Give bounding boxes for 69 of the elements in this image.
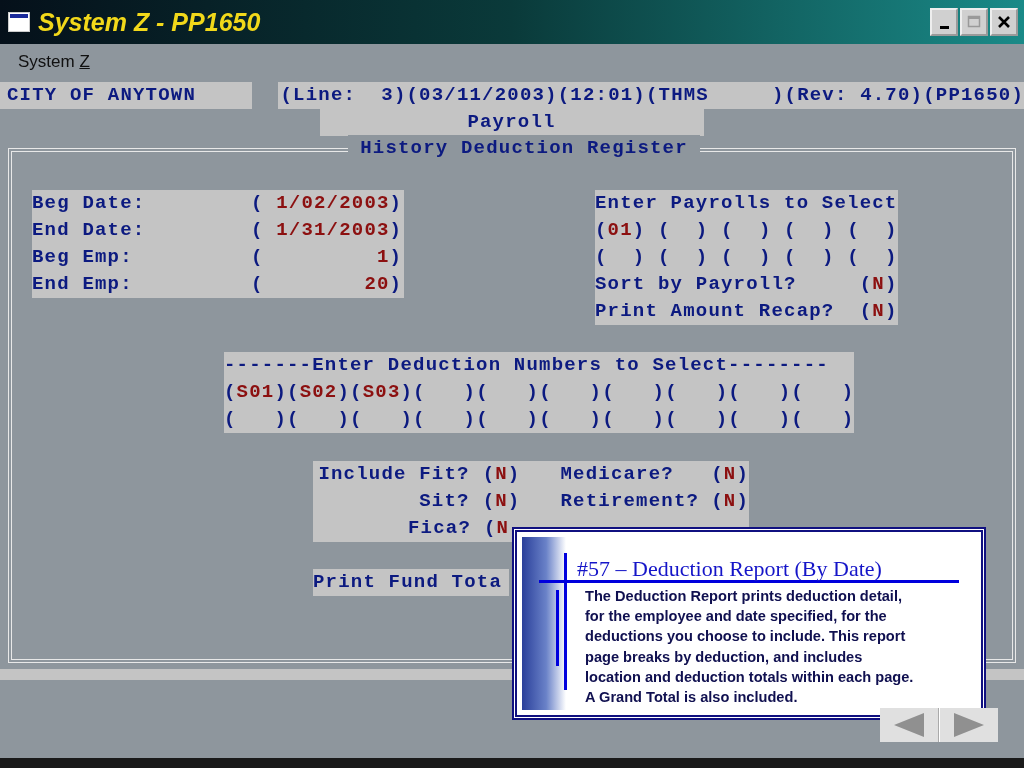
field-label: Beg Emp: xyxy=(32,245,134,270)
input-field[interactable]: ( ) xyxy=(784,244,835,271)
field-label: Fica? xyxy=(408,517,471,539)
input-field[interactable]: (S03) xyxy=(350,379,414,406)
field-label: End Date: xyxy=(32,218,147,243)
input-field[interactable]: ( ) xyxy=(539,406,603,433)
minimize-icon xyxy=(939,25,949,29)
close-button[interactable] xyxy=(990,8,1018,36)
minimize-button[interactable] xyxy=(930,8,958,36)
input-field[interactable]: ( ) xyxy=(658,244,709,271)
input-field[interactable]: (N) xyxy=(482,488,521,515)
input-field[interactable]: ( ) xyxy=(476,379,540,406)
input-field[interactable]: (N xyxy=(484,515,510,542)
menu-item[interactable]: System Z xyxy=(18,52,90,72)
input-field[interactable]: ( ) xyxy=(791,379,855,406)
input-field[interactable]: ( ) xyxy=(791,406,855,433)
section-heading: Enter Payrolls to Select xyxy=(595,192,898,214)
field-label: Print Fund Tota xyxy=(313,571,503,593)
input-field[interactable]: ( ) xyxy=(658,217,709,244)
input-field[interactable]: ( 20) xyxy=(251,271,403,298)
input-field[interactable]: (S02) xyxy=(287,379,351,406)
input-field[interactable]: ( ) xyxy=(413,379,477,406)
field-label: Retirement? xyxy=(560,490,700,512)
window-icon xyxy=(8,12,30,32)
input-field[interactable]: (N) xyxy=(859,271,898,298)
input-field[interactable]: ( ) xyxy=(665,406,729,433)
input-field[interactable]: ( ) xyxy=(602,406,666,433)
input-field[interactable]: ( ) xyxy=(350,406,414,433)
input-field[interactable]: ( ) xyxy=(665,379,729,406)
field-label: Medicare? xyxy=(560,463,674,485)
input-field[interactable]: (N) xyxy=(711,488,749,515)
input-field[interactable]: ( 1/02/2003) xyxy=(251,190,403,217)
input-field[interactable]: (01) xyxy=(595,217,646,244)
input-field[interactable]: (N) xyxy=(482,461,521,488)
field-label: End Emp: xyxy=(32,272,134,297)
input-field[interactable]: ( ) xyxy=(847,244,898,271)
field-label: Print Amount Recap? xyxy=(595,299,835,324)
input-field[interactable]: ( 1) xyxy=(251,244,403,271)
field-label: Beg Date: xyxy=(32,191,147,216)
input-field[interactable]: ( ) xyxy=(476,406,540,433)
input-field[interactable]: ( ) xyxy=(413,406,477,433)
input-field[interactable]: ( ) xyxy=(224,406,288,433)
field-label: Sit? xyxy=(419,490,470,512)
callout-text: The Deduction Report prints deduction detail, for the employee and date specified, for the deductions you choose to include. This report page breaks by deduction, and includes location and deduction totals within each page. A Grand Total is also included. xyxy=(585,587,914,707)
close-icon xyxy=(997,15,1011,29)
field-label: Include Fit? xyxy=(318,463,470,485)
maximize-icon xyxy=(967,15,981,29)
input-field[interactable]: ( ) xyxy=(721,244,772,271)
window-title: System Z - PP1650 xyxy=(38,7,261,37)
right-triangle-icon xyxy=(952,712,986,738)
input-field[interactable]: ( ) xyxy=(602,379,666,406)
input-field[interactable]: ( ) xyxy=(728,406,792,433)
input-field[interactable]: (N) xyxy=(859,298,898,325)
input-field[interactable]: ( ) xyxy=(721,217,772,244)
input-field[interactable]: ( ) xyxy=(539,379,603,406)
input-field[interactable]: ( 1/31/2003) xyxy=(251,217,403,244)
input-field[interactable]: (N) xyxy=(711,461,749,488)
input-field[interactable]: (S01) xyxy=(224,379,288,406)
module-title: Payroll xyxy=(319,109,704,136)
input-field[interactable]: ( ) xyxy=(595,244,646,271)
input-field[interactable]: ( ) xyxy=(847,217,898,244)
input-field[interactable]: ( ) xyxy=(728,379,792,406)
input-field[interactable]: ( ) xyxy=(287,406,351,433)
company-name: CITY OF ANYTOWN xyxy=(0,82,253,109)
left-triangle-icon xyxy=(892,712,926,738)
callout-title: #57 – Deduction Report (By Date) xyxy=(577,556,882,582)
field-label: Sort by Payroll? xyxy=(595,272,797,297)
section-heading: -------Enter Deduction Numbers to Select-------- xyxy=(224,354,829,376)
input-field[interactable]: ( ) xyxy=(784,217,835,244)
